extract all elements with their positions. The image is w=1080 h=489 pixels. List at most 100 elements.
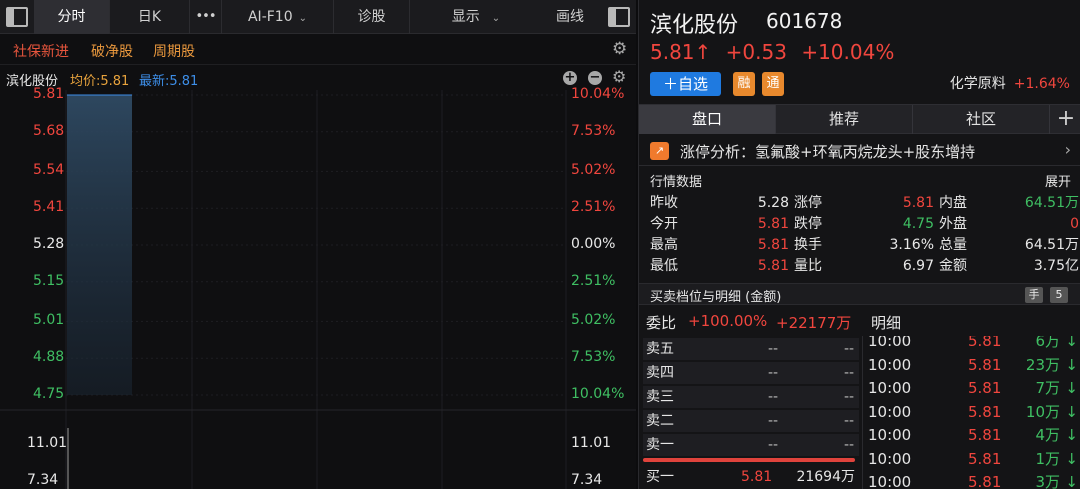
- chevron-down-icon: ⌄: [491, 13, 501, 24]
- gear-icon[interactable]: ⚙: [612, 39, 627, 59]
- panel-toggle-icon[interactable]: [608, 7, 630, 27]
- quote-value: 64.51万: [1024, 195, 1079, 211]
- expand-button[interactable]: 展开: [1045, 171, 1071, 190]
- price-axis-label: 4.88: [33, 349, 65, 366]
- trade-time: 10:00: [868, 426, 912, 444]
- tab-daily-k[interactable]: 日K: [110, 0, 190, 34]
- gear-icon[interactable]: ⚙: [612, 67, 626, 86]
- tab-intraday[interactable]: 分时: [34, 0, 110, 34]
- trade-time: 10:00: [868, 449, 912, 468]
- stock-tags: 社保新进 破净股 周期股 ⚙: [0, 35, 636, 65]
- orderbook-title: 买卖档位与明细 (金额): [650, 290, 782, 305]
- quote-value: 4.75: [902, 216, 934, 232]
- pct-axis-label: 5.02%: [571, 312, 616, 329]
- depth-five-toggle[interactable]: 5: [1050, 287, 1068, 303]
- trade-row: 10:00 5.81 7万 ↓: [863, 377, 1080, 400]
- display-dropdown[interactable]: 显示 ⌄: [410, 0, 542, 34]
- trade-volume: 6万: [1035, 336, 1060, 350]
- trade-time: 10:00: [868, 402, 912, 421]
- tab-recommend[interactable]: 推荐: [776, 105, 913, 134]
- price-axis-label: 5.41: [33, 199, 65, 216]
- add-tab-icon[interactable]: +: [1051, 105, 1080, 134]
- price-line: 5.81↑ +0.53 +10.04%: [650, 40, 902, 64]
- tab-community[interactable]: 社区: [913, 105, 1050, 134]
- ask-level: 卖一 -- --: [643, 434, 859, 456]
- trade-volume: 3万: [1035, 473, 1060, 489]
- quote-value: 5.81: [757, 258, 789, 274]
- tab-ai-f10[interactable]: AI-F10 ⌄: [222, 0, 334, 34]
- ask-volume: --: [843, 413, 855, 429]
- intraday-chart[interactable]: 5.81 10.04% 5.68 7.53% 5.54 5.02% 5.41 2.51% 5.2…: [0, 86, 636, 489]
- tag-social-security[interactable]: 社保新进: [13, 41, 69, 61]
- avg-price-label: 均价:5.81: [70, 74, 130, 89]
- bid-price: 5.81: [741, 469, 773, 485]
- trade-time: 10:00: [868, 473, 912, 489]
- arrow-down-icon: ↓: [1065, 473, 1078, 489]
- ask-price: --: [767, 437, 779, 453]
- pct-axis-label: 7.53%: [571, 349, 616, 366]
- chart-info-row: 滨化股份 均价:5.81 最新:5.81 + − ⚙: [0, 66, 636, 90]
- add-favorite-button[interactable]: ＋自选: [650, 72, 721, 96]
- trade-price: 5.81: [968, 379, 1002, 397]
- order-ratio-pct: +100.00%: [688, 312, 768, 330]
- detail-title: 明细: [871, 314, 902, 332]
- bid-level-1: 买一 5.81 21694万: [639, 466, 861, 488]
- panel-toggle-icon[interactable]: [6, 7, 28, 27]
- ask-price: --: [767, 341, 779, 357]
- order-ratio-bar: [643, 458, 855, 462]
- ask-label: 卖四: [646, 365, 674, 381]
- arrow-down-icon: ↓: [1065, 402, 1078, 421]
- order-ratio-row: 委比 +100.00% +22177万: [639, 308, 861, 334]
- price-axis-label: 5.81: [33, 86, 65, 102]
- trade-detail-list[interactable]: 10:00 5.81 6万 ↓ 10:00 5.81 23万 ↓ 10:00 5.81 7万 ↓ 10:…: [862, 336, 1080, 489]
- tag-below-book[interactable]: 破净股: [91, 41, 133, 61]
- quote-label: 换手: [794, 237, 822, 253]
- bid-label: 买一: [646, 469, 674, 485]
- quote-value: 64.51万: [1024, 237, 1079, 253]
- more-menu-icon[interactable]: •••: [190, 0, 222, 34]
- tag-cyclical[interactable]: 周期股: [153, 41, 195, 61]
- price-axis-label: 5.28: [33, 236, 65, 252]
- quote-value: 3.75亿: [1033, 258, 1079, 274]
- ask-price: --: [767, 365, 779, 381]
- arrow-down-icon: ↓: [1065, 426, 1078, 444]
- ask-price: --: [767, 413, 779, 429]
- quote-label: 总量: [939, 237, 967, 253]
- volume-axis-label: 11.01: [571, 435, 612, 451]
- trade-price: 5.81: [968, 426, 1002, 444]
- quote-label: 跌停: [794, 216, 822, 232]
- ask-level: 卖二 -- --: [643, 410, 859, 432]
- intraday-panel: 分时 日K ••• AI-F10 ⌄ 诊股 显示 ⌄ 画线 社保新进 破净股 周期股…: [0, 0, 636, 489]
- tab-drawing[interactable]: 画线: [542, 0, 598, 34]
- quote-label: 今开: [650, 216, 678, 232]
- unit-hand-toggle[interactable]: 手: [1025, 287, 1043, 303]
- limit-up-analysis[interactable]: ↗ 涨停分析：氢氟酸+环氧丙烷龙头+股东增持 ›: [639, 136, 1080, 166]
- panel-tabs: 盘口 推荐 社区 +: [639, 104, 1080, 134]
- zoom-out-icon[interactable]: −: [588, 71, 602, 85]
- connect-badge[interactable]: 通: [762, 72, 784, 96]
- tab-diagnosis[interactable]: 诊股: [334, 0, 410, 34]
- quote-value: 0: [1070, 216, 1079, 232]
- trade-volume: 7万: [1035, 379, 1060, 397]
- orderbook-header: 买卖档位与明细 (金额) 手 5: [639, 283, 1080, 305]
- price-change-pct: +10.04%: [801, 40, 895, 64]
- margin-badge[interactable]: 融: [733, 72, 755, 96]
- price-axis-label: 5.54: [33, 162, 65, 179]
- ask-volume: --: [843, 341, 855, 357]
- industry-link[interactable]: 化学原料 +1.64%: [950, 72, 1070, 96]
- ask-label: 卖二: [646, 413, 674, 429]
- trade-row: 10:00 5.81 23万 ↓: [863, 354, 1080, 377]
- price-change: +0.53: [725, 40, 787, 64]
- tab-orderbook[interactable]: 盘口: [639, 105, 776, 134]
- ask-price: --: [767, 389, 779, 405]
- quote-label: 最高: [650, 237, 678, 253]
- arrow-down-icon: ↓: [1065, 355, 1078, 374]
- pct-axis-label: 0.00%: [571, 236, 616, 252]
- quote-label: 最低: [650, 258, 678, 274]
- zoom-in-icon[interactable]: +: [563, 71, 577, 85]
- trade-row: 10:00 5.81 10万 ↓: [863, 401, 1080, 424]
- trade-time: 10:00: [868, 336, 912, 350]
- ask-level: 卖四 -- --: [643, 362, 859, 384]
- ask-label: 卖五: [646, 341, 674, 357]
- price-axis-label: 4.75: [33, 386, 65, 402]
